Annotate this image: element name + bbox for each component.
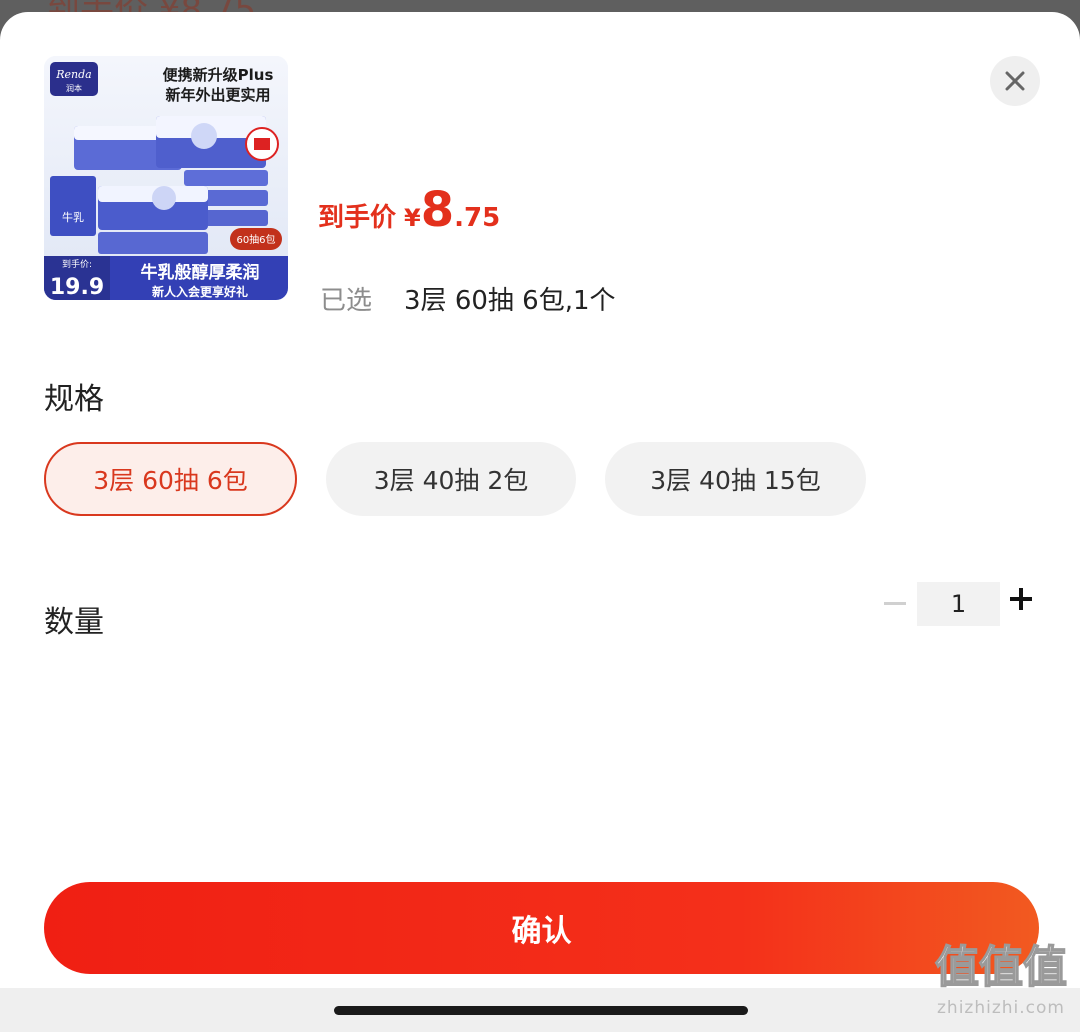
product-image: Renda 润本 便携新升级Plus 新年外出更实用 牛乳 60抽6包 到手价:… <box>44 56 288 300</box>
svg-text:牛乳般醇厚柔润: 牛乳般醇厚柔润 <box>141 262 260 283</box>
price-label: 到手价 <box>318 203 397 233</box>
price-decimal: .75 <box>454 203 501 233</box>
quantity-stepper: 1 <box>878 582 1038 626</box>
quantity-title: 数量 <box>44 605 104 640</box>
watermark-url: zhizhizhi.com <box>937 998 1065 1018</box>
selected-summary: 已选 3层 60抽 6包,1个 <box>320 280 616 317</box>
svg-text:便携新升级Plus: 便携新升级Plus <box>163 66 274 84</box>
svg-text:新年外出更实用: 新年外出更实用 <box>165 86 270 104</box>
selected-value: 3层 60抽 6包,1个 <box>404 286 616 316</box>
brand-logo-text: Renda <box>55 68 91 81</box>
watermark-logo: 值值值 <box>934 941 1068 994</box>
svg-text:润本: 润本 <box>66 83 82 93</box>
selected-label: 已选 <box>320 286 373 316</box>
image-badge: 60抽6包 <box>236 233 275 246</box>
svg-text:新人入会更享好礼: 新人入会更享好礼 <box>152 284 248 299</box>
spec-option-label: 3层 40抽 15包 <box>650 466 821 495</box>
svg-text:19.9: 19.9 <box>50 275 104 300</box>
price-display: 到手价 ¥8.75 <box>318 182 500 242</box>
svg-text:到手价:: 到手价: <box>62 258 92 270</box>
home-indicator[interactable] <box>334 1006 748 1015</box>
spec-option-60-6[interactable]: 3层 60抽 6包 <box>44 442 297 516</box>
svg-text:牛乳: 牛乳 <box>62 210 84 224</box>
spec-title: 规格 <box>44 382 104 417</box>
spec-option-label: 3层 60抽 6包 <box>93 466 248 495</box>
quantity-input[interactable]: 1 <box>917 582 1000 626</box>
plus-icon[interactable] <box>1010 588 1032 610</box>
system-nav-bar <box>0 988 1080 1032</box>
price-currency: ¥ <box>404 204 421 232</box>
spec-option-label: 3层 40抽 2包 <box>373 466 529 495</box>
close-button[interactable] <box>990 56 1040 106</box>
svg-text:值值值: 值值值 <box>935 942 1067 990</box>
watermark: 值值值 zhizhizhi.com <box>926 940 1076 1018</box>
confirm-button[interactable]: 确认 <box>44 882 1039 974</box>
spec-option-40-2[interactable]: 3层 40抽 2包 <box>326 442 576 516</box>
sku-selector-sheet: Renda 润本 便携新升级Plus 新年外出更实用 牛乳 60抽6包 到手价:… <box>0 12 1080 1032</box>
close-icon <box>1005 71 1025 91</box>
minus-icon[interactable] <box>884 602 906 605</box>
price-integer: 8 <box>420 182 455 238</box>
spec-option-40-15[interactable]: 3层 40抽 15包 <box>605 442 866 516</box>
